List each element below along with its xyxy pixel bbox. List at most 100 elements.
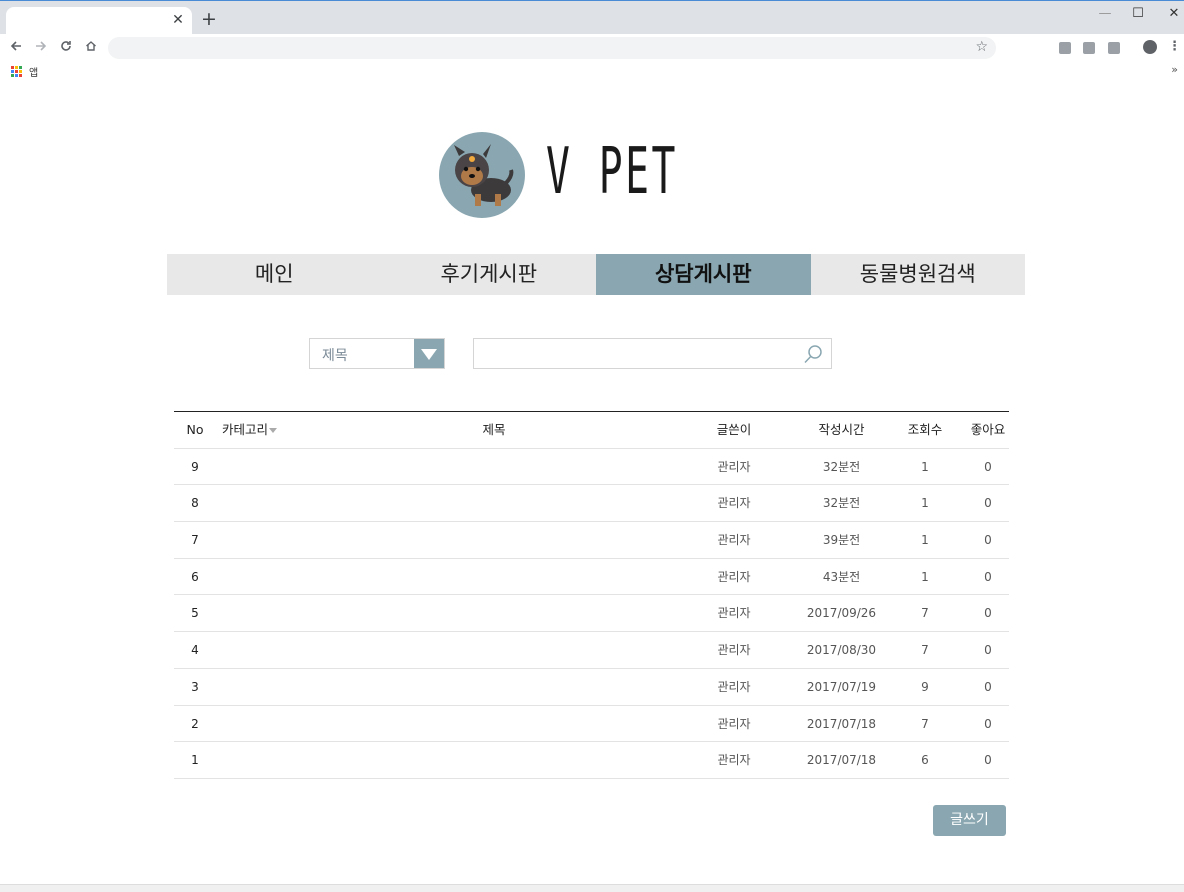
apps-icon[interactable] bbox=[11, 66, 22, 77]
header-writer: 글쓴이 bbox=[716, 422, 752, 437]
row-no: 9 bbox=[191, 459, 199, 474]
row-writer: 관리자 bbox=[717, 753, 751, 768]
row-time: 2017/07/18 bbox=[806, 716, 877, 731]
table-row[interactable]: 5 관리자 2017/09/26 7 0 bbox=[174, 595, 1009, 633]
row-no: 4 bbox=[191, 643, 199, 658]
header-title: 제목 bbox=[482, 422, 506, 437]
table-row[interactable]: 2 관리자 2017/07/18 7 0 bbox=[174, 706, 1009, 743]
header-category-label: 카테고리 bbox=[222, 422, 269, 437]
row-views: 6 bbox=[921, 753, 929, 768]
maximize-button[interactable]: ☐ bbox=[1126, 5, 1150, 23]
page-bottom-divider bbox=[0, 884, 1184, 892]
profile-icon[interactable] bbox=[1143, 40, 1157, 54]
row-no: 8 bbox=[191, 496, 199, 511]
browser-toolbar: ☆ ⋮ bbox=[0, 34, 1184, 62]
sort-caret-icon[interactable] bbox=[269, 428, 278, 433]
window-close-button[interactable]: ✕ bbox=[1162, 5, 1184, 23]
address-bar[interactable]: ☆ bbox=[108, 37, 996, 59]
search-type-value: 제목 bbox=[322, 348, 348, 364]
table-header: No 카테고리 제목 글쓴이 작성시간 조회수 좋아요 bbox=[174, 412, 1009, 449]
row-writer: 관리자 bbox=[717, 643, 751, 658]
home-icon[interactable] bbox=[82, 39, 100, 57]
row-time: 39분전 bbox=[822, 533, 861, 548]
search-icon[interactable] bbox=[803, 344, 823, 364]
reload-icon[interactable] bbox=[57, 39, 75, 57]
row-no: 7 bbox=[191, 533, 199, 548]
row-time: 43분전 bbox=[822, 569, 861, 584]
forward-icon[interactable] bbox=[32, 39, 50, 57]
row-likes: 0 bbox=[984, 496, 992, 511]
row-views: 9 bbox=[921, 679, 929, 694]
row-time: 2017/07/19 bbox=[806, 679, 877, 694]
header-no: No bbox=[186, 422, 204, 437]
main-nav: 메인 후기게시판 상담게시판 동물병원검색 bbox=[167, 254, 1025, 295]
table-row[interactable]: 8 관리자 32분전 1 0 bbox=[174, 485, 1009, 523]
row-writer: 관리자 bbox=[717, 459, 751, 474]
menu-icon[interactable]: ⋮ bbox=[1168, 39, 1181, 55]
write-button[interactable]: 글쓰기 bbox=[933, 805, 1006, 836]
board-table: No 카테고리 제목 글쓴이 작성시간 조회수 좋아요 9 관리자 32분전 1… bbox=[174, 411, 1009, 779]
row-time: 2017/08/30 bbox=[806, 643, 877, 658]
site-logo[interactable]: V PET bbox=[546, 132, 678, 212]
tab-strip: ✕ + — ☐ ✕ bbox=[0, 0, 1184, 35]
table-row[interactable]: 6 관리자 43분전 1 0 bbox=[174, 559, 1009, 596]
row-likes: 0 bbox=[984, 606, 992, 621]
row-likes: 0 bbox=[984, 459, 992, 474]
row-time: 2017/07/18 bbox=[806, 753, 877, 768]
table-row[interactable]: 1 관리자 2017/07/18 6 0 bbox=[174, 742, 1009, 779]
nav-review-board[interactable]: 후기게시판 bbox=[382, 254, 597, 295]
table-row[interactable]: 7 관리자 39분전 1 0 bbox=[174, 522, 1009, 559]
row-likes: 0 bbox=[984, 533, 992, 548]
row-likes: 0 bbox=[984, 716, 992, 731]
nav-hospital-search[interactable]: 동물병원검색 bbox=[811, 254, 1026, 295]
row-writer: 관리자 bbox=[717, 496, 751, 511]
new-tab-button[interactable]: + bbox=[200, 10, 218, 29]
back-icon[interactable] bbox=[7, 39, 25, 57]
row-no: 2 bbox=[191, 716, 199, 731]
row-no: 1 bbox=[191, 753, 199, 768]
row-likes: 0 bbox=[984, 569, 992, 584]
header-time: 작성시간 bbox=[818, 422, 865, 437]
nav-consult-board[interactable]: 상담게시판 bbox=[596, 254, 811, 295]
bookmarks-more-icon[interactable]: » bbox=[1171, 63, 1178, 76]
row-views: 1 bbox=[921, 533, 929, 548]
row-views: 1 bbox=[921, 459, 929, 474]
row-views: 1 bbox=[921, 496, 929, 511]
row-no: 6 bbox=[191, 569, 199, 584]
dropdown-arrow-icon[interactable] bbox=[414, 339, 444, 368]
search-input[interactable] bbox=[473, 338, 832, 369]
row-no: 3 bbox=[191, 679, 199, 694]
row-time: 32분전 bbox=[822, 496, 861, 511]
row-writer: 관리자 bbox=[717, 569, 751, 584]
extension-icon[interactable] bbox=[1108, 42, 1120, 54]
browser-window: ✕ + — ☐ ✕ ☆ ⋮ 앱 » V PET 메인 후기게시판 상담게시판 동… bbox=[0, 0, 1184, 892]
row-views: 1 bbox=[921, 569, 929, 584]
row-time: 32분전 bbox=[822, 459, 861, 474]
nav-main[interactable]: 메인 bbox=[167, 254, 382, 295]
row-writer: 관리자 bbox=[717, 606, 751, 621]
header-likes: 좋아요 bbox=[970, 422, 1006, 437]
minimize-button[interactable]: — bbox=[1093, 5, 1117, 23]
row-views: 7 bbox=[921, 643, 929, 658]
row-writer: 관리자 bbox=[717, 716, 751, 731]
row-likes: 0 bbox=[984, 679, 992, 694]
row-writer: 관리자 bbox=[717, 679, 751, 694]
extension-icon[interactable] bbox=[1083, 42, 1095, 54]
extension-icon[interactable] bbox=[1059, 42, 1071, 54]
star-icon[interactable]: ☆ bbox=[975, 39, 988, 55]
table-row[interactable]: 4 관리자 2017/08/30 7 0 bbox=[174, 632, 1009, 669]
row-views: 7 bbox=[921, 716, 929, 731]
search-type-select[interactable]: 제목 bbox=[309, 338, 445, 369]
row-likes: 0 bbox=[984, 753, 992, 768]
row-time: 2017/09/26 bbox=[806, 606, 877, 621]
header-views: 조회수 bbox=[907, 422, 943, 437]
header-category[interactable]: 카테고리 bbox=[222, 412, 278, 448]
browser-tab[interactable]: ✕ bbox=[6, 7, 192, 35]
apps-label[interactable]: 앱 bbox=[29, 64, 38, 79]
dog-logo-icon[interactable] bbox=[439, 132, 525, 218]
table-row[interactable]: 9 관리자 32분전 1 0 bbox=[174, 449, 1009, 486]
table-row[interactable]: 3 관리자 2017/07/19 9 0 bbox=[174, 669, 1009, 706]
row-views: 7 bbox=[921, 606, 929, 621]
row-likes: 0 bbox=[984, 643, 992, 658]
tab-close-icon[interactable]: ✕ bbox=[170, 12, 186, 28]
